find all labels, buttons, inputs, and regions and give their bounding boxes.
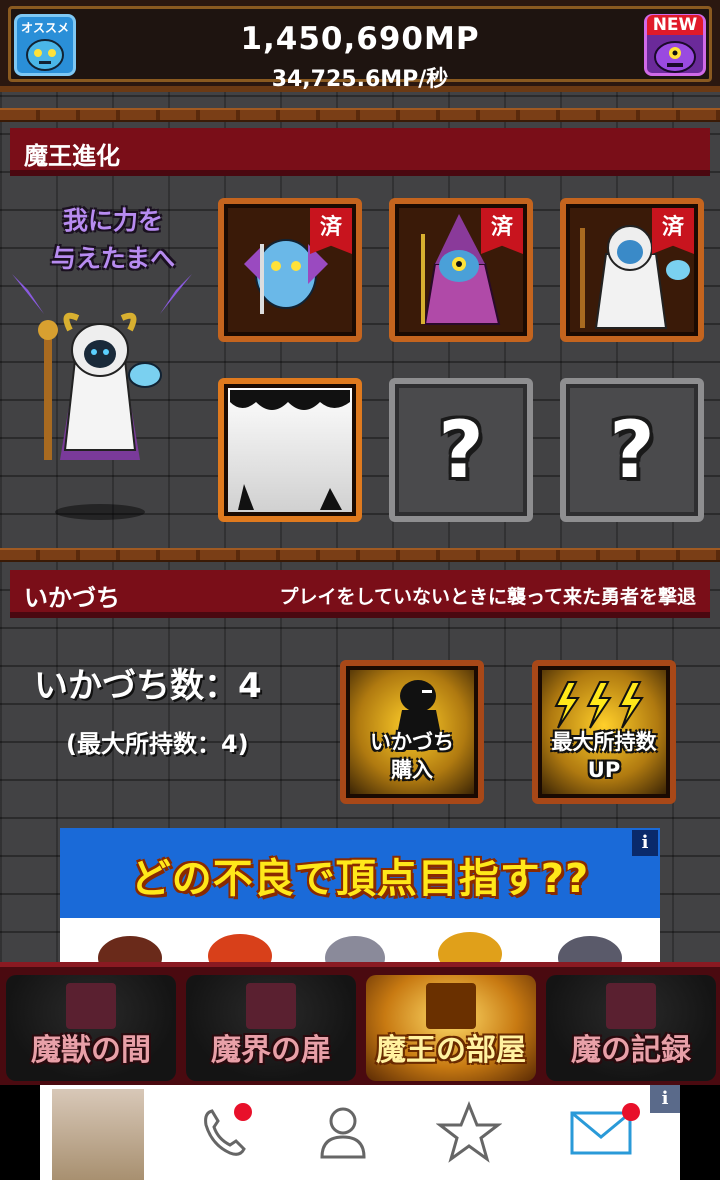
- beast-icon: [66, 983, 116, 1029]
- nav-records[interactable]: 魔の記録: [546, 975, 716, 1081]
- ikazuchi-banner: いかづち プレイをしていないときに襲って来た勇者を撃退: [10, 570, 710, 618]
- unknown-silhouette-icon: [230, 390, 350, 510]
- mail-notification-dot: [622, 1103, 640, 1121]
- ikazuchi-description: プレイをしていないときに襲って来た勇者を撃退: [279, 586, 696, 608]
- ikazuchi-max: (最大所持数：4): [66, 730, 249, 758]
- lightning-icon: [554, 681, 644, 729]
- nav-label: 魔の記録: [571, 1033, 691, 1068]
- brick-divider: [0, 108, 720, 122]
- bottom-ad-content[interactable]: [40, 1085, 680, 1180]
- brick-divider: [0, 548, 720, 562]
- nav-label: 魔獣の間: [31, 1033, 151, 1068]
- ad-headline: どの不良で頂点目指す??: [130, 856, 590, 902]
- demon-lord-character: [38, 312, 162, 520]
- new-button[interactable]: NEW: [644, 14, 706, 76]
- evolution-title: 魔王進化: [24, 142, 120, 170]
- nav-beast-room[interactable]: 魔獣の間: [6, 975, 176, 1081]
- phone-notification-dot: [234, 1103, 252, 1121]
- buy-ikazuchi-button[interactable]: いかづち 購入: [340, 660, 484, 804]
- mp-panel: 1,450,690MP 34,725.6MP/秒: [8, 6, 712, 92]
- purple-monster-icon: [654, 41, 696, 73]
- evolution-slot-5[interactable]: ?: [389, 378, 533, 522]
- ad-info-icon[interactable]: i: [632, 830, 658, 856]
- max-up-button[interactable]: 最大所持数 UP: [532, 660, 676, 804]
- ikazuchi-count: いかづち数：4: [34, 666, 262, 706]
- mp-total: 1,450,690MP: [240, 21, 480, 57]
- buy-ikazuchi-label: いかづち 購入: [370, 730, 454, 782]
- locked-mark: ?: [609, 406, 655, 496]
- nav-label: 魔界の扉: [211, 1033, 331, 1068]
- mp-rate: 34,725.6MP/秒: [271, 67, 449, 92]
- book-icon: [606, 983, 656, 1029]
- top-bar: 1,450,690MP 34,725.6MP/秒 オススメ NEW: [0, 0, 720, 92]
- ad-banner[interactable]: どの不良で頂点目指す?? i: [60, 828, 660, 970]
- evolution-slot-4[interactable]: [218, 378, 362, 522]
- ad-photo-thumbnail: [52, 1089, 144, 1180]
- blue-monster-icon: [26, 39, 64, 71]
- osusume-button[interactable]: オススメ: [14, 14, 76, 76]
- nav-label: 魔王の部屋: [376, 1033, 526, 1068]
- demon-lord-icon: [426, 983, 476, 1029]
- locked-mark: ?: [438, 406, 484, 496]
- bottom-ad: i: [0, 1085, 720, 1180]
- nav-demon-gate[interactable]: 魔界の扉: [186, 975, 356, 1081]
- evolution-banner: 魔王進化: [10, 128, 710, 176]
- bottom-ad-info-icon[interactable]: i: [650, 1085, 680, 1113]
- demon-lord-speech: 我に力を 与えたまへ: [50, 206, 176, 273]
- evolution-slot-1[interactable]: 済: [218, 198, 362, 342]
- max-up-label: 最大所持数 UP: [551, 730, 657, 782]
- evolution-slot-3[interactable]: 済: [560, 198, 704, 342]
- speech-spark-right-icon: [160, 274, 192, 314]
- bottom-nav: 魔獣の間 魔界の扉 魔王の部屋 魔の記録: [0, 962, 720, 1085]
- ad-headline-area: どの不良で頂点目指す??: [60, 828, 660, 918]
- evolution-slot-2[interactable]: 済: [389, 198, 533, 342]
- new-label: NEW: [647, 15, 703, 35]
- speech-spark-left-icon: [12, 274, 44, 314]
- evolution-slot-6[interactable]: ?: [560, 378, 704, 522]
- ikazuchi-title: いかづち: [24, 584, 120, 612]
- star-icon: [436, 1100, 502, 1163]
- door-icon: [246, 983, 296, 1029]
- person-icon: [320, 1107, 366, 1159]
- nav-demon-lord-room[interactable]: 魔王の部屋: [366, 975, 536, 1081]
